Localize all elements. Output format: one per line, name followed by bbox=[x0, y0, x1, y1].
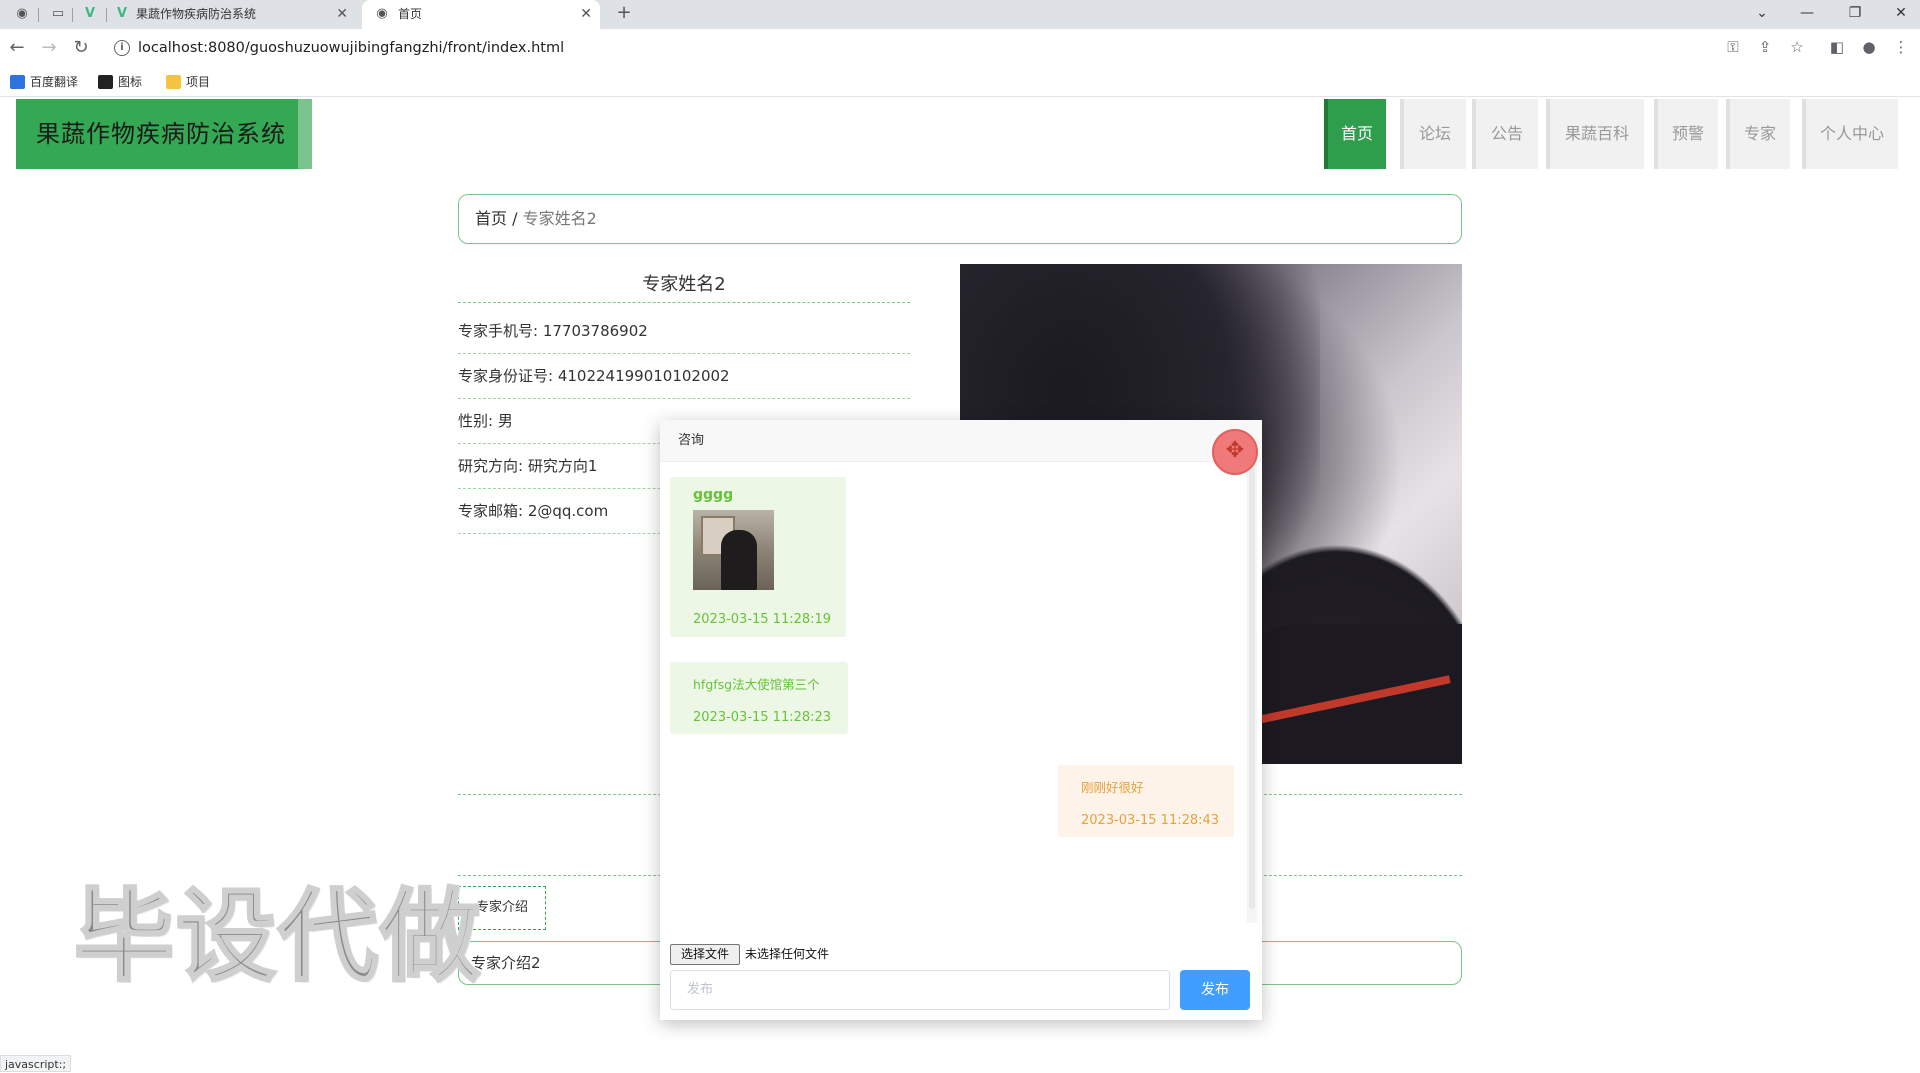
more-menu-icon[interactable]: ⋮ bbox=[1890, 36, 1912, 58]
breadcrumb-current: 专家姓名2 bbox=[522, 209, 597, 228]
share-icon[interactable]: ⇪ bbox=[1754, 36, 1776, 58]
bookmark-label: 项目 bbox=[186, 75, 211, 89]
consult-dialog: 咨询 gggg 2023-03-15 11:28:19 hfgfsg法大使馆第三… bbox=[660, 420, 1262, 1020]
message-text: hfgfsg法大使馆第三个 bbox=[693, 677, 820, 692]
profile-icon[interactable]: ● bbox=[1858, 36, 1880, 58]
message-list[interactable]: gggg 2023-03-15 11:28:19 hfgfsg法大使馆第三个 2… bbox=[660, 463, 1260, 935]
bookmark-label: 图标 bbox=[118, 75, 143, 89]
expert-id-number: 专家身份证号: 410224199010102002 bbox=[458, 354, 910, 399]
bookmark-label: 百度翻译 bbox=[30, 75, 79, 89]
minimize-icon[interactable]: — bbox=[1790, 0, 1824, 29]
star-icon[interactable]: ☆ bbox=[1786, 36, 1808, 58]
scrollbar-thumb[interactable] bbox=[1249, 463, 1255, 909]
send-button[interactable]: 发布 bbox=[1180, 970, 1250, 1010]
breadcrumb-home[interactable]: 首页 bbox=[475, 209, 507, 228]
dialog-title: 咨询 bbox=[660, 420, 1262, 462]
address-bar[interactable]: i localhost:8080/guoshuzuowujibingfangzh… bbox=[108, 33, 1888, 63]
message-bubble-right: 刚刚好很好 2023-03-15 11:28:43 bbox=[1058, 765, 1234, 837]
message-scrollbar[interactable] bbox=[1247, 463, 1257, 923]
nav-home[interactable]: 首页 bbox=[1324, 99, 1386, 169]
globe-icon[interactable]: ◉ bbox=[14, 6, 30, 22]
file-status: 未选择任何文件 bbox=[745, 947, 830, 961]
breadcrumb-separator: / bbox=[512, 209, 518, 228]
status-bar: javascript:; bbox=[0, 1055, 72, 1072]
expert-phone: 专家手机号: 17703786902 bbox=[458, 309, 910, 354]
nav-personal-center[interactable]: 个人中心 bbox=[1802, 99, 1898, 169]
message-time: 2023-03-15 11:28:19 bbox=[693, 612, 832, 627]
message-image[interactable] bbox=[693, 510, 774, 590]
vue-icon: V bbox=[116, 6, 128, 21]
browser-toolbar: ← → ↻ i localhost:8080/guoshuzuowujibing… bbox=[0, 29, 1920, 67]
message-input[interactable]: 发布 bbox=[670, 970, 1170, 1010]
tab-separator bbox=[106, 8, 107, 22]
message-composer: 选择文件 未选择任何文件 发布 发布 bbox=[660, 936, 1262, 1020]
close-tab-icon[interactable]: ✕ bbox=[580, 0, 592, 29]
page-content: 果蔬作物疾病防治系统 首页 论坛 公告 果蔬百科 预警 专家 个人中心 首页 /… bbox=[0, 97, 1920, 1072]
image-figure bbox=[721, 530, 757, 590]
move-icon[interactable]: ✥ bbox=[1212, 429, 1258, 475]
browser-tab-strip: ◉ ▭ V V 果蔬作物疾病防治系统 ✕ ◉ 首页 ✕ + ⌄ — ❐ ✕ bbox=[0, 0, 1920, 29]
globe-icon: ◉ bbox=[376, 6, 388, 21]
site-info-icon[interactable]: i bbox=[114, 40, 130, 56]
choose-file-button[interactable]: 选择文件 bbox=[670, 944, 740, 965]
message-bubble-left: hfgfsg法大使馆第三个 2023-03-15 11:28:23 bbox=[670, 662, 848, 734]
site-logo[interactable]: 果蔬作物疾病防治系统 bbox=[16, 99, 312, 169]
breadcrumb: 首页 / 专家姓名2 bbox=[458, 194, 1462, 244]
forward-icon[interactable]: → bbox=[38, 37, 60, 59]
close-window-icon[interactable]: ✕ bbox=[1884, 0, 1918, 29]
nav-warning[interactable]: 预警 bbox=[1654, 99, 1718, 169]
image-icon bbox=[98, 75, 113, 89]
bookmark-baidu-translate[interactable]: 百度翻译 bbox=[10, 73, 78, 91]
url-text: localhost:8080/guoshuzuowujibingfangzhi/… bbox=[138, 40, 565, 56]
tab-home[interactable]: ◉ 首页 ✕ bbox=[362, 0, 600, 29]
bookmark-icons[interactable]: 图标 bbox=[98, 73, 142, 91]
folder-icon bbox=[166, 75, 181, 89]
back-icon[interactable]: ← bbox=[6, 37, 28, 59]
reload-icon[interactable]: ↻ bbox=[70, 37, 92, 59]
side-panel-icon[interactable]: ◧ bbox=[1826, 36, 1848, 58]
nav-encyclopedia[interactable]: 果蔬百科 bbox=[1546, 99, 1644, 169]
bookmarks-bar: 百度翻译 图标 项目 bbox=[0, 67, 1920, 97]
tab-app[interactable]: V 果蔬作物疾病防治系统 ✕ bbox=[112, 0, 356, 29]
message-sender: gggg bbox=[693, 487, 734, 503]
tab-separator bbox=[72, 8, 73, 22]
blank-page-icon[interactable]: ▭ bbox=[50, 6, 66, 22]
expert-name: 专家姓名2 bbox=[458, 267, 910, 303]
tab-label: 果蔬作物疾病防治系统 bbox=[136, 7, 257, 21]
tab-search-icon[interactable]: ⌄ bbox=[1745, 0, 1779, 29]
nav-forum[interactable]: 论坛 bbox=[1400, 99, 1466, 169]
key-icon[interactable]: ⚿ bbox=[1722, 36, 1744, 58]
restore-icon[interactable]: ❐ bbox=[1838, 0, 1872, 29]
close-tab-icon[interactable]: ✕ bbox=[336, 0, 348, 29]
watermark: 毕设代做 bbox=[73, 878, 482, 995]
tab-separator bbox=[38, 8, 39, 22]
message-text: 刚刚好很好 bbox=[1081, 780, 1144, 795]
message-time: 2023-03-15 11:28:43 bbox=[1081, 813, 1220, 828]
nav-expert[interactable]: 专家 bbox=[1726, 99, 1790, 169]
translate-icon bbox=[10, 75, 25, 89]
nav-notice[interactable]: 公告 bbox=[1472, 99, 1538, 169]
bookmark-project[interactable]: 项目 bbox=[166, 73, 210, 91]
vue-icon[interactable]: V bbox=[82, 6, 98, 22]
message-bubble-left: gggg 2023-03-15 11:28:19 bbox=[670, 477, 846, 637]
new-tab-icon[interactable]: + bbox=[616, 4, 632, 22]
message-time: 2023-03-15 11:28:23 bbox=[693, 710, 832, 725]
tab-label: 首页 bbox=[398, 7, 423, 21]
